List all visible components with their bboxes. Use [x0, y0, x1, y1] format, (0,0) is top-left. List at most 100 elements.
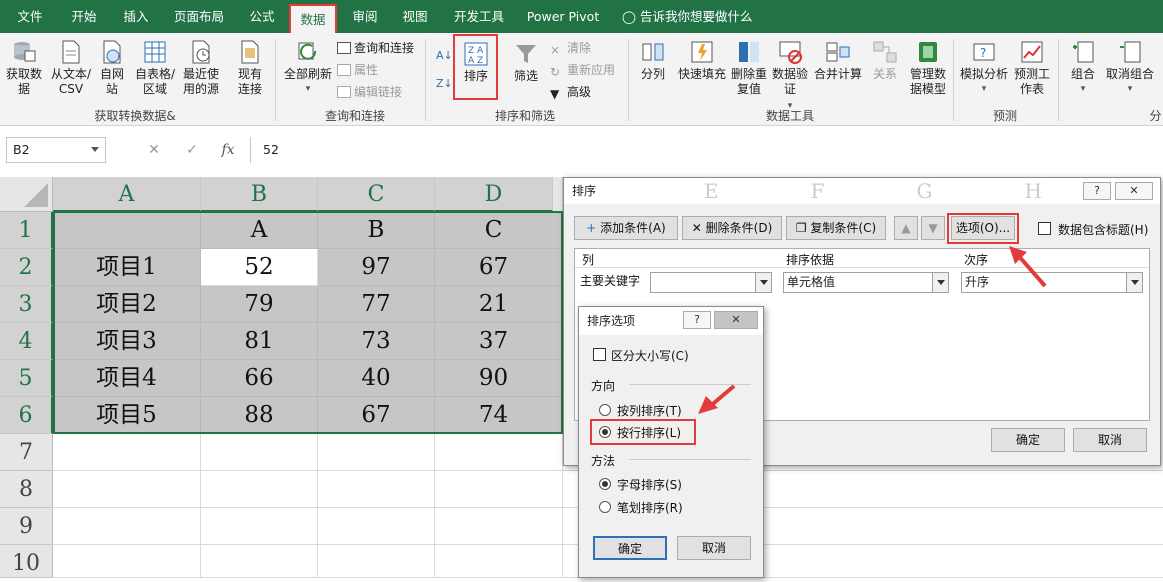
- cell-a2[interactable]: 项目1: [53, 249, 201, 286]
- cell-c5[interactable]: 40: [318, 360, 435, 397]
- sort-button[interactable]: Z AA Z 排序: [456, 41, 496, 84]
- column-header-a[interactable]: A: [53, 177, 201, 212]
- consolidate-button[interactable]: 合并计算: [812, 39, 864, 82]
- cell-b1[interactable]: A: [201, 212, 318, 249]
- cell-b2-active[interactable]: 52: [201, 249, 318, 286]
- what-if-button[interactable]: ? 模拟分析 ▾: [958, 39, 1010, 97]
- sort-options-close-button[interactable]: ✕: [714, 311, 758, 329]
- reapply-button[interactable]: ↻ 重新应用: [550, 59, 615, 81]
- clear-filter-button[interactable]: ⨯ 清除: [550, 37, 591, 59]
- column-header-c[interactable]: C: [318, 177, 435, 212]
- cell-c4[interactable]: 73: [318, 323, 435, 360]
- empty-cell[interactable]: [53, 508, 201, 545]
- relationships-button[interactable]: 关系: [864, 39, 906, 82]
- properties-button[interactable]: 属性: [337, 59, 378, 81]
- empty-cell[interactable]: [318, 545, 435, 578]
- chevron-down-icon[interactable]: [1126, 273, 1142, 292]
- has-headers-checkbox[interactable]: [1038, 222, 1051, 235]
- row-header-9[interactable]: 9: [0, 508, 53, 545]
- formula-input[interactable]: 52: [250, 137, 1163, 163]
- sort-descending-button[interactable]: Z↓: [436, 73, 453, 95]
- empty-cell[interactable]: [201, 471, 318, 508]
- cell-a4[interactable]: 项目3: [53, 323, 201, 360]
- empty-cell[interactable]: [435, 471, 563, 508]
- cell-b6[interactable]: 88: [201, 397, 318, 434]
- tab-view[interactable]: 视图: [393, 0, 437, 33]
- text-to-columns-button[interactable]: 分列: [636, 39, 670, 82]
- empty-cell[interactable]: [435, 508, 563, 545]
- cell-d4[interactable]: 37: [435, 323, 563, 360]
- sort-top-to-bottom-radio[interactable]: [599, 404, 611, 416]
- move-up-button[interactable]: ▲: [894, 216, 918, 240]
- cell-c1[interactable]: B: [318, 212, 435, 249]
- sort-by-column-select[interactable]: [650, 272, 772, 293]
- formula-enter-button[interactable]: ✓: [178, 137, 206, 163]
- cell-b3[interactable]: 79: [201, 286, 318, 323]
- edit-links-button[interactable]: 编辑链接: [337, 81, 402, 103]
- from-text-csv-button[interactable]: 从文本/CSV: [48, 39, 94, 97]
- add-level-button[interactable]: + 添加条件(A): [574, 216, 678, 240]
- row-header-8[interactable]: 8: [0, 471, 53, 508]
- sort-options-help-button[interactable]: ?: [683, 311, 711, 329]
- row-header-3[interactable]: 3: [0, 286, 53, 323]
- empty-cell[interactable]: [201, 434, 318, 471]
- sort-on-select[interactable]: 单元格值: [783, 272, 949, 293]
- tab-developer[interactable]: 开发工具: [446, 0, 512, 33]
- sort-dialog-close-button[interactable]: ✕: [1115, 182, 1153, 200]
- cell-a1[interactable]: [53, 212, 201, 249]
- cell-d1[interactable]: C: [435, 212, 563, 249]
- flash-fill-button[interactable]: 快速填充: [674, 39, 730, 82]
- row-header-1[interactable]: 1: [0, 212, 53, 249]
- sort-ok-button[interactable]: 确定: [991, 428, 1065, 452]
- chevron-down-icon[interactable]: [91, 147, 99, 152]
- tell-me-box[interactable]: ◯ 告诉我你想要做什么: [622, 0, 753, 33]
- manage-data-model-button[interactable]: 管理数据模型: [906, 39, 950, 97]
- copy-level-button[interactable]: ❐ 复制条件(C): [786, 216, 886, 240]
- cell-c2[interactable]: 97: [318, 249, 435, 286]
- row-header-7[interactable]: 7: [0, 434, 53, 471]
- empty-cell[interactable]: [53, 471, 201, 508]
- row-header-6[interactable]: 6: [0, 397, 53, 434]
- tab-page-layout[interactable]: 页面布局: [166, 0, 232, 33]
- empty-cell[interactable]: [435, 545, 563, 578]
- tab-insert[interactable]: 插入: [114, 0, 158, 33]
- existing-connections-button[interactable]: 现有连接: [234, 39, 266, 97]
- move-down-button[interactable]: ▼: [921, 216, 945, 240]
- empty-cell[interactable]: [318, 508, 435, 545]
- recent-sources-button[interactable]: 最近使用的源: [180, 39, 222, 97]
- tab-power-pivot[interactable]: Power Pivot: [522, 0, 604, 33]
- tab-formulas[interactable]: 公式: [240, 0, 284, 33]
- empty-cell[interactable]: [318, 471, 435, 508]
- tab-data[interactable]: 数据: [289, 4, 337, 33]
- empty-cell[interactable]: [318, 434, 435, 471]
- delete-level-button[interactable]: ✕ 删除条件(D): [682, 216, 782, 240]
- column-header-e[interactable]: [553, 177, 563, 212]
- queries-connections-button[interactable]: 查询和连接: [337, 37, 414, 59]
- empty-cell[interactable]: [53, 434, 201, 471]
- cell-c6[interactable]: 67: [318, 397, 435, 434]
- sort-left-to-right-radio[interactable]: [599, 426, 611, 438]
- row-header-5[interactable]: 5: [0, 360, 53, 397]
- cell-d3[interactable]: 21: [435, 286, 563, 323]
- sort-ascending-button[interactable]: A↓: [436, 45, 453, 67]
- tab-file[interactable]: 文件: [8, 0, 52, 33]
- letter-sort-radio[interactable]: [599, 478, 611, 490]
- from-table-button[interactable]: 自表格/区域: [132, 39, 178, 97]
- filter-button[interactable]: 筛选: [508, 41, 544, 84]
- case-sensitive-checkbox[interactable]: [593, 348, 606, 361]
- get-data-button[interactable]: 获取数据: [2, 39, 46, 97]
- cell-a6[interactable]: 项目5: [53, 397, 201, 434]
- sort-dialog-help-button[interactable]: ?: [1083, 182, 1111, 200]
- sort-cancel-button[interactable]: 取消: [1073, 428, 1147, 452]
- ungroup-button[interactable]: 取消组合 ▾: [1104, 39, 1156, 97]
- cell-d6[interactable]: 74: [435, 397, 563, 434]
- cell-d2[interactable]: 67: [435, 249, 563, 286]
- row-header-4[interactable]: 4: [0, 323, 53, 360]
- cell-d5[interactable]: 90: [435, 360, 563, 397]
- empty-cell[interactable]: [53, 545, 201, 578]
- cell-c3[interactable]: 77: [318, 286, 435, 323]
- select-all-corner[interactable]: [0, 177, 53, 212]
- data-validation-button[interactable]: 数据验证 ▾: [770, 39, 810, 114]
- options-cancel-button[interactable]: 取消: [677, 536, 751, 560]
- empty-cell[interactable]: [201, 545, 318, 578]
